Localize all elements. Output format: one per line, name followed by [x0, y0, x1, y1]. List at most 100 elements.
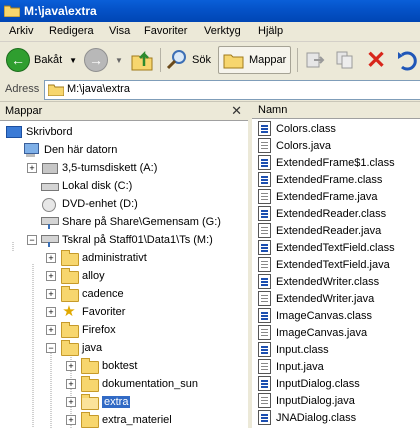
folder-icon — [80, 358, 99, 374]
star-icon: ★ — [62, 303, 76, 320]
menu-favoriter[interactable]: Favoriter — [144, 25, 187, 37]
expand-toggle[interactable]: + — [66, 379, 76, 389]
back-button[interactable]: ← Bakåt ▼ — [6, 46, 77, 74]
file-item[interactable]: Colors.java — [258, 137, 331, 154]
move-to-button[interactable] — [304, 46, 326, 74]
expand-toggle[interactable]: + — [46, 253, 56, 263]
menu-hjalp[interactable]: Hjälp — [258, 25, 283, 37]
file-item[interactable]: ExtendedTextField.java — [258, 256, 390, 273]
menu-visa[interactable]: Visa — [109, 25, 130, 37]
file-item[interactable]: ExtendedReader.class — [258, 205, 386, 222]
tree-item-desktop[interactable]: Skrivbord — [4, 123, 72, 141]
expand-toggle[interactable]: + — [66, 415, 76, 425]
expand-toggle[interactable]: + — [27, 163, 37, 173]
file-item[interactable]: ExtendedWriter.java — [258, 290, 374, 307]
address-label: Adress — [5, 83, 40, 95]
back-arrow-icon: ← — [6, 48, 30, 72]
folder-icon — [48, 84, 64, 96]
menu-arkiv[interactable]: Arkiv — [9, 25, 33, 37]
expand-toggle[interactable]: + — [66, 361, 76, 371]
expand-toggle[interactable]: + — [66, 397, 76, 407]
folder-icon — [60, 286, 79, 302]
file-item[interactable]: Colors.class — [258, 120, 336, 137]
file-item[interactable]: ExtendedTextField.class — [258, 239, 395, 256]
column-header-name[interactable]: Namn — [252, 102, 420, 119]
menu-bar: Arkiv Redigera Visa Favoriter Verktyg Hj… — [0, 22, 420, 42]
tree-item-my-computer[interactable]: Den här datorn — [22, 141, 117, 159]
tree-item-cadence[interactable]: cadence — [60, 285, 124, 303]
folder-icon — [80, 376, 99, 392]
file-item[interactable]: ExtendedFrame$1.class — [258, 154, 395, 171]
file-item[interactable]: ExtendedFrame.class — [258, 171, 382, 188]
tree-item-boktest[interactable]: boktest — [80, 357, 137, 375]
expand-toggle[interactable]: + — [46, 325, 56, 335]
collapse-toggle[interactable]: − — [27, 235, 37, 245]
file-item[interactable]: ExtendedFrame.java — [258, 188, 378, 205]
network-drive-icon — [40, 214, 59, 230]
tree-item-administrativt[interactable]: administrativt — [60, 249, 147, 267]
file-item[interactable]: Input.class — [258, 341, 329, 358]
expand-toggle[interactable]: + — [46, 307, 56, 317]
search-icon — [166, 50, 186, 70]
folder-open-icon — [60, 340, 79, 356]
tree-item-share-drive[interactable]: Share på Share\Gemensam (G:) — [40, 213, 221, 231]
java-file-icon — [258, 359, 271, 374]
folders-button[interactable]: Mappar — [218, 46, 292, 74]
chevron-down-icon[interactable]: ▼ — [69, 56, 77, 65]
delete-button[interactable]: ✕ — [366, 46, 386, 74]
tree-item-dvd[interactable]: DVD-enhet (D:) — [40, 195, 138, 213]
up-folder-button[interactable] — [130, 46, 154, 74]
file-item[interactable]: ImageCanvas.class — [258, 307, 372, 324]
tree-item-extra[interactable]: extra — [80, 393, 131, 411]
folders-icon — [223, 54, 244, 69]
file-item[interactable]: InputDialog.java — [258, 392, 355, 409]
tree-item-tskral-drive[interactable]: Tskral på Staff01\Data1\Ts (M:) — [40, 231, 213, 249]
copy-to-icon — [336, 51, 353, 69]
expand-toggle[interactable]: + — [46, 289, 56, 299]
class-file-icon — [258, 240, 271, 255]
window-title: M:\java\extra — [24, 4, 97, 18]
file-item[interactable]: ExtendedWriter.class — [258, 273, 379, 290]
address-input[interactable]: M:\java\extra — [44, 80, 420, 100]
disk-icon — [40, 178, 59, 194]
undo-button[interactable] — [396, 46, 418, 74]
tree-item-extra-materiel[interactable]: extra_materiel — [80, 411, 172, 428]
address-bar: Adress M:\java\extra — [0, 79, 420, 102]
tree-item-floppy[interactable]: 3,5-tumsdiskett (A:) — [40, 159, 157, 177]
class-file-icon — [258, 206, 271, 221]
tree-item-dokumentation-sun[interactable]: dokumentation_sun — [80, 375, 198, 393]
java-file-icon — [258, 393, 271, 408]
folder-up-icon — [131, 50, 153, 71]
java-file-icon — [258, 257, 271, 272]
class-file-icon — [258, 342, 271, 357]
delete-icon: ✕ — [366, 46, 387, 74]
class-file-icon — [258, 274, 271, 289]
folder-icon — [60, 322, 79, 338]
tree-item-java[interactable]: java — [60, 339, 102, 357]
file-item[interactable]: InputDialog.class — [258, 375, 360, 392]
move-to-icon — [306, 52, 325, 68]
collapse-toggle[interactable]: − — [46, 343, 56, 353]
tree-item-firefox[interactable]: Firefox — [60, 321, 116, 339]
file-item[interactable]: ExtendedReader.java — [258, 222, 381, 239]
class-file-icon — [258, 410, 271, 425]
title-bar: M:\java\extra — [0, 0, 420, 22]
copy-to-button[interactable] — [334, 46, 356, 74]
chevron-down-icon[interactable]: ▼ — [115, 56, 123, 65]
search-button[interactable]: Sök — [166, 46, 211, 74]
file-item[interactable]: Input.java — [258, 358, 324, 375]
forward-button[interactable]: → ▼ — [84, 46, 123, 74]
class-file-icon — [258, 155, 271, 170]
menu-redigera[interactable]: Redigera — [49, 25, 94, 37]
java-file-icon — [258, 325, 271, 340]
java-file-icon — [258, 223, 271, 238]
file-item[interactable]: ImageCanvas.java — [258, 324, 367, 341]
file-item[interactable]: JNADialog.class — [258, 409, 356, 426]
class-file-icon — [258, 172, 271, 187]
tree-item-local-disk[interactable]: Lokal disk (C:) — [40, 177, 132, 195]
menu-verktyg[interactable]: Verktyg — [204, 25, 241, 37]
tree-item-alloy[interactable]: alloy — [60, 267, 105, 285]
folder-open-icon — [80, 394, 99, 410]
expand-toggle[interactable]: + — [46, 271, 56, 281]
tree-item-favoriter[interactable]: ★ Favoriter — [60, 303, 125, 321]
